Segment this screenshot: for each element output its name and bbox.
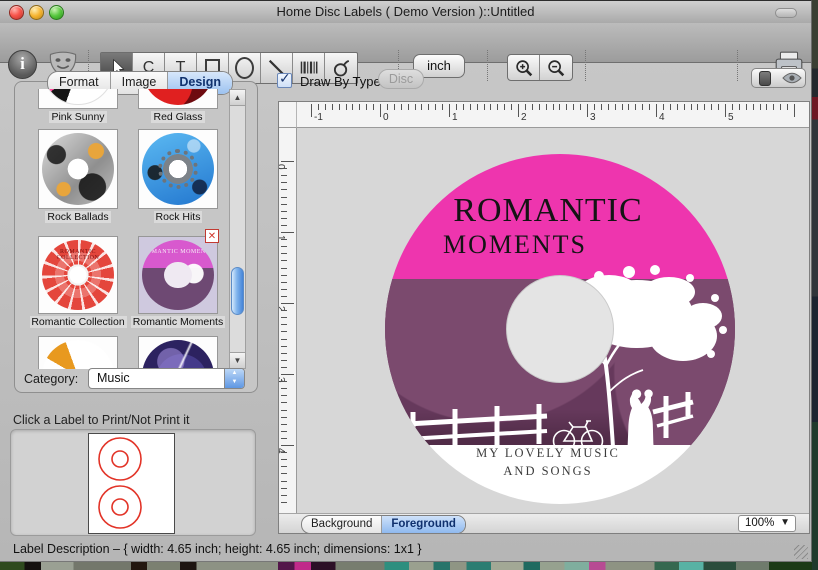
desktop-strip-bottom [0,562,818,570]
disc-caption-line1: MY LOVELY MUSIC [385,446,711,461]
category-label: Category: [24,372,78,386]
disc-caption-line2: AND SONGS [385,464,711,479]
status-bar: Label Description – { width: 4.65 inch; … [0,536,811,562]
disc-design[interactable]: ROMANTIC MOMENTS MY LOVELY MUSIC AND SON… [385,154,735,504]
template-red-glass[interactable] [138,89,218,109]
template-thumbnail-partial[interactable] [38,336,118,369]
label-outline-bottom [99,486,141,528]
layer-tabs: Background Foreground [301,515,466,534]
label-canvas[interactable]: ROMANTIC MOMENTS MY LOVELY MUSIC AND SON… [297,128,809,513]
v-ruler: 01234 [279,128,297,513]
disc-thumbnail: Romantic Collection [42,240,114,310]
titlebar[interactable]: Home Disc Labels ( Demo Version )::Untit… [0,1,811,23]
template-romantic-moments[interactable]: Romantic Moments [138,236,218,314]
draw-by-type-label: Draw By Type [300,74,381,89]
thumbnail-title: Romantic Moments [142,249,214,255]
disc-thumbnail [42,340,114,369]
zoom-out-icon[interactable] [540,55,572,80]
print-preview [10,429,256,536]
toolbar-separator [737,50,738,81]
case-view-button[interactable] [751,68,779,88]
draw-by-type-checkbox[interactable]: ✓ [277,73,292,88]
disc-thumbnail [42,89,114,105]
template-label: Romantic Collection [30,316,130,328]
template-pink-sunny[interactable] [38,89,118,109]
disc-button[interactable]: Disc [378,69,424,89]
disc-thumbnail [142,89,214,105]
template-list: Pink Sunny Red Glass Rock Ballads Rock H… [30,89,229,369]
template-rock-hits[interactable] [138,129,218,209]
template-label: Pink Sunny [30,111,126,123]
template-label: Rock Hits [130,211,226,223]
preview-button[interactable] [778,68,806,88]
desktop-strip-right [812,0,818,570]
thumbnail-title: Romantic Collection [42,249,114,261]
dropdown-arrow-icon: ▼ [780,517,790,528]
window-title: Home Disc Labels ( Demo Version )::Untit… [0,4,811,19]
check-icon: ✓ [279,70,291,87]
tab-background-layer[interactable]: Background [302,516,382,533]
template-label: Romantic Moments [130,316,226,328]
case-icon [759,71,771,86]
resize-grip[interactable] [794,545,808,559]
zoom-level-select[interactable]: 100% ▼ [738,515,796,532]
toolbar-toggle-button[interactable] [775,8,797,18]
disc-thumbnail [142,133,214,205]
disc-title-line1: ROMANTIC [385,192,711,230]
template-rock-ballads[interactable] [38,129,118,209]
template-label: Red Glass [130,111,226,123]
disc-thumbnail [42,133,114,205]
disc-thumbnail: Romantic Moments [142,240,214,310]
scrollbar-thumb[interactable] [231,267,244,315]
toolbar-separator [487,50,488,81]
scroll-up-icon[interactable]: ▲ [230,90,245,106]
print-page[interactable] [88,433,175,534]
toolbar-separator [585,50,586,81]
template-scrollbar[interactable]: ▲ ▼ [229,89,246,369]
template-romantic-collection[interactable]: Romantic Collection [38,236,118,314]
label-description: Label Description – { width: 4.65 inch; … [13,542,422,556]
disc-center-hole [506,275,614,383]
canvas-frame: -1012345 01234 [278,101,810,534]
stepper-icon[interactable]: ▲▼ [224,369,244,388]
ellipse-tool-icon[interactable] [229,53,261,83]
zoom-buttons [507,54,573,81]
print-hint-label: Click a Label to Print/Not Print it [13,413,189,427]
zoom-in-icon[interactable] [508,55,540,80]
eye-icon [782,72,802,84]
disc-title-line2: MOMENTS [443,230,587,260]
ruler-corner [279,102,297,128]
tab-foreground-layer[interactable]: Foreground [382,516,465,533]
label-outline-top [99,438,141,480]
scroll-down-icon[interactable]: ▼ [230,352,245,368]
info-icon[interactable]: i [8,50,37,79]
zoom-level-value: 100% [745,517,774,529]
screen: Home Disc Labels ( Demo Version )::Untit… [0,0,818,570]
remove-template-badge[interactable]: ✕ [205,229,219,243]
h-ruler: -1012345 [297,102,809,128]
toolbar: i C T [0,23,811,63]
app-window: Home Disc Labels ( Demo Version )::Untit… [0,0,812,562]
template-label: Rock Ballads [30,211,126,223]
canvas-bottom-bar: Background Foreground 100% ▼ [279,513,809,533]
category-value: Music [97,371,130,385]
template-thumbnail-partial[interactable] [138,336,218,369]
category-select[interactable]: Music ▲▼ [88,368,245,389]
disc-thumbnail [142,340,214,369]
